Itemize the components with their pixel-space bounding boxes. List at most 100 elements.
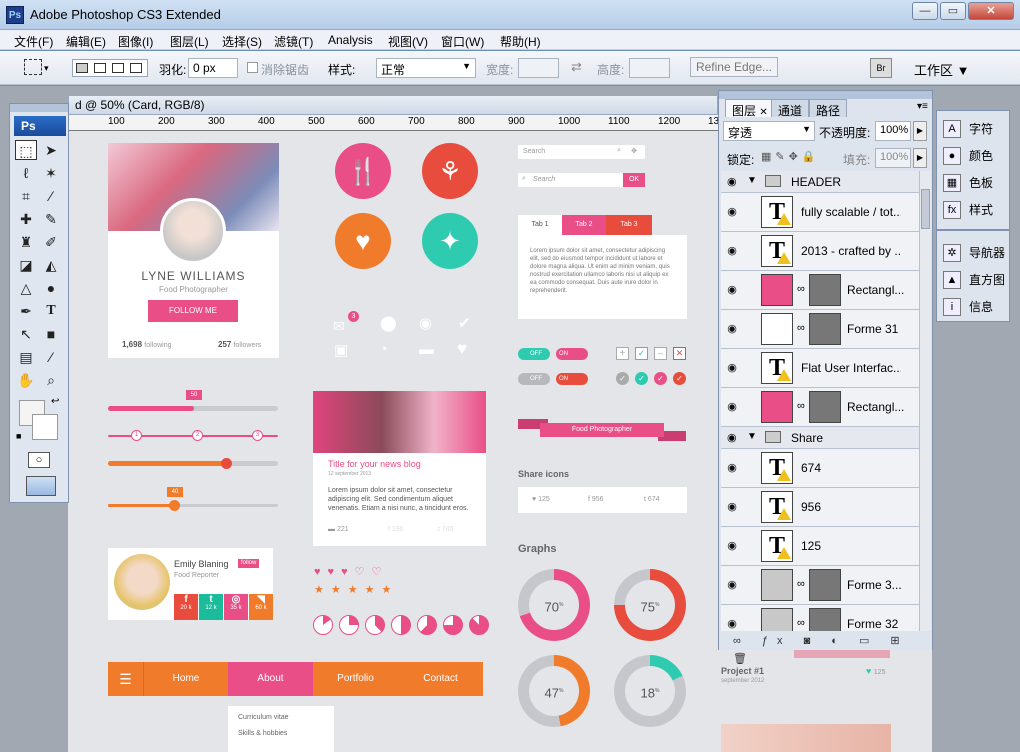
eye-icon[interactable]: ◉ bbox=[725, 244, 739, 258]
eye-icon[interactable]: ◉ bbox=[725, 283, 739, 297]
radio-check-red[interactable]: ✓ bbox=[673, 372, 686, 385]
feather-input[interactable]: 0 px bbox=[188, 58, 238, 78]
character-panel-button[interactable]: A 字符 bbox=[941, 117, 1007, 141]
add-selection-icon[interactable] bbox=[94, 63, 106, 73]
layer-row[interactable]: ◉ Tfully scalable / tot... bbox=[721, 193, 919, 232]
twitter-stat[interactable]: t 12 k bbox=[199, 594, 223, 620]
magic-wand-icon[interactable]: ✶ bbox=[40, 163, 62, 183]
clone-stamp-icon[interactable]: ♜ bbox=[15, 232, 37, 252]
blog-title[interactable]: Title for your news blog bbox=[328, 459, 421, 469]
expand-arrow-icon[interactable]: ▼ bbox=[747, 175, 757, 186]
nav-home[interactable]: Home bbox=[144, 662, 228, 696]
blend-mode-select[interactable]: 穿透 ▼ bbox=[723, 121, 815, 141]
expand-arrow-icon[interactable]: ▼ bbox=[747, 431, 757, 442]
workspace-button[interactable]: 工作区 ▼ bbox=[914, 60, 969, 79]
refine-edge-button[interactable]: Refine Edge... bbox=[690, 57, 778, 77]
layer-row[interactable]: ◉ T 125 bbox=[721, 527, 919, 566]
healing-brush-icon[interactable]: ✚ bbox=[15, 209, 37, 229]
menu-circle-icon[interactable]: ◉ bbox=[419, 314, 432, 332]
layer-group-header[interactable]: ◉ ▼ Share bbox=[721, 427, 919, 449]
eye-icon[interactable]: ◉ bbox=[725, 578, 739, 592]
eye-icon[interactable]: ◉ bbox=[727, 431, 737, 444]
swatches-panel-button[interactable]: ▦ 色板 bbox=[941, 171, 1007, 195]
eye-icon[interactable]: ◉ bbox=[727, 175, 737, 188]
menu-edit[interactable]: 编辑(E) bbox=[66, 33, 106, 50]
layers-panel-header[interactable] bbox=[719, 91, 932, 99]
step-1[interactable]: 1 bbox=[131, 430, 142, 441]
mail-icon[interactable]: ✉ bbox=[333, 318, 345, 335]
pen-tool-icon[interactable]: ✒ bbox=[15, 301, 37, 321]
maximize-button[interactable]: ▭ bbox=[940, 2, 966, 20]
layer-row[interactable]: ◉ ∞ Forme 32 bbox=[721, 605, 919, 631]
menu-file[interactable]: 文件(F) bbox=[14, 33, 53, 50]
default-colors-icon[interactable]: ■ bbox=[16, 431, 21, 441]
tab-1[interactable]: Tab 1 bbox=[518, 215, 562, 235]
toggle-4[interactable]: ON bbox=[556, 373, 588, 385]
fill-input[interactable]: 100% bbox=[875, 148, 911, 168]
eye-icon[interactable]: ◉ bbox=[725, 361, 739, 375]
toggle-3[interactable]: OFF bbox=[518, 373, 550, 385]
close-window-button[interactable]: ✕ bbox=[968, 2, 1014, 20]
menu-analysis[interactable]: Analysis bbox=[328, 33, 373, 47]
tab-layers[interactable]: 图层 ✕ bbox=[725, 99, 775, 118]
bridge-icon[interactable]: Br bbox=[870, 58, 892, 78]
lock-icons[interactable]: ▦✎✥🔒 bbox=[761, 150, 820, 163]
minimize-button[interactable]: — bbox=[912, 2, 938, 20]
nav-about[interactable]: About bbox=[228, 662, 313, 696]
layer-row[interactable]: ◉ T 956 bbox=[721, 488, 919, 527]
zoom-tool-icon[interactable]: ⌕ bbox=[40, 370, 62, 390]
heart-outline-icon[interactable]: ♥ bbox=[457, 339, 467, 359]
blog-facebook[interactable]: f 190 bbox=[388, 526, 404, 533]
step-2[interactable]: 2 bbox=[192, 430, 203, 441]
chevron-down-icon[interactable]: ▾ bbox=[44, 63, 49, 74]
rectangle-tool-icon[interactable]: ■ bbox=[40, 324, 62, 344]
minus-checkbox[interactable]: – bbox=[654, 347, 667, 360]
antialias-checkbox[interactable] bbox=[247, 62, 258, 73]
eye-icon[interactable]: ◉ bbox=[725, 322, 739, 336]
check-checkbox[interactable]: ✓ bbox=[635, 347, 648, 360]
swap-icon[interactable]: ⇄ bbox=[571, 59, 582, 75]
blog-comments[interactable]: ▬ 221 bbox=[328, 526, 349, 533]
eye-icon[interactable]: ◉ bbox=[725, 205, 739, 219]
width-input[interactable] bbox=[518, 58, 559, 78]
crop-tool-icon[interactable]: ⌗ bbox=[15, 186, 37, 206]
layer-row[interactable]: ◉ ∞ Forme 3... bbox=[721, 566, 919, 605]
document-canvas[interactable]: LYNE WILLIAMS Food Photographer FOLLOW M… bbox=[68, 131, 718, 752]
search-ok-button[interactable]: OK bbox=[623, 173, 645, 187]
layer-row[interactable]: ◉ T 2013 - crafted by ... bbox=[721, 232, 919, 271]
layer-row[interactable]: ◉ ∞ Rectangl... bbox=[721, 271, 919, 310]
toggle-2[interactable]: ON bbox=[556, 348, 588, 360]
check-circle-icon[interactable]: ✔ bbox=[458, 314, 471, 332]
cross-checkbox[interactable]: ✕ bbox=[673, 347, 686, 360]
project-likes[interactable]: ♥ 125 bbox=[866, 666, 886, 676]
selection-mode-buttons[interactable] bbox=[72, 59, 148, 77]
histogram-panel-button[interactable]: ▲ 直方图 bbox=[941, 268, 1007, 292]
paint-bucket-icon[interactable]: ◭ bbox=[40, 255, 62, 275]
opacity-arrow-icon[interactable]: ▶ bbox=[913, 121, 927, 141]
info-panel-button[interactable]: i 信息 bbox=[941, 295, 1007, 319]
layer-row[interactable]: ◉ ∞ Forme 31 bbox=[721, 310, 919, 349]
close-icon[interactable]: ✕ bbox=[759, 107, 767, 118]
menu-help[interactable]: 帮助(H) bbox=[500, 33, 541, 50]
dribbble-stat[interactable]: ◎ 35 k bbox=[224, 594, 248, 620]
opacity-input[interactable]: 100% bbox=[875, 121, 911, 141]
document-tab[interactable]: d @ 50% (Card, RGB/8) bbox=[68, 95, 718, 115]
follow-me-button[interactable]: FOLLOW ME bbox=[148, 300, 238, 322]
layer-row[interactable]: ◉ T 674 bbox=[721, 449, 919, 488]
restaurant-icon[interactable]: 🍴 bbox=[335, 143, 391, 199]
eraser-tool-icon[interactable]: ◪ bbox=[15, 255, 37, 275]
style-select[interactable]: 正常 ▼ bbox=[376, 58, 476, 78]
share-facebook[interactable]: f 956 bbox=[588, 496, 604, 503]
eye-icon[interactable]: ◉ bbox=[725, 617, 739, 631]
move-tool-icon[interactable]: ➤ bbox=[40, 140, 62, 160]
color-panel-button[interactable]: ● 颜色 bbox=[941, 144, 1007, 168]
menu-view[interactable]: 视图(V) bbox=[388, 33, 428, 50]
hand-tool-icon[interactable]: ✋ bbox=[15, 370, 37, 390]
screen-mode-icon[interactable] bbox=[26, 476, 56, 496]
height-input[interactable] bbox=[629, 58, 670, 78]
slice-tool-icon[interactable]: ∕ bbox=[40, 186, 62, 206]
plus-checkbox[interactable]: + bbox=[616, 347, 629, 360]
follow-badge[interactable]: follow bbox=[238, 559, 260, 568]
layer-row[interactable]: ◉ ∞ Rectangl... bbox=[721, 388, 919, 427]
bow-icon[interactable]: ⚘ bbox=[422, 143, 478, 199]
